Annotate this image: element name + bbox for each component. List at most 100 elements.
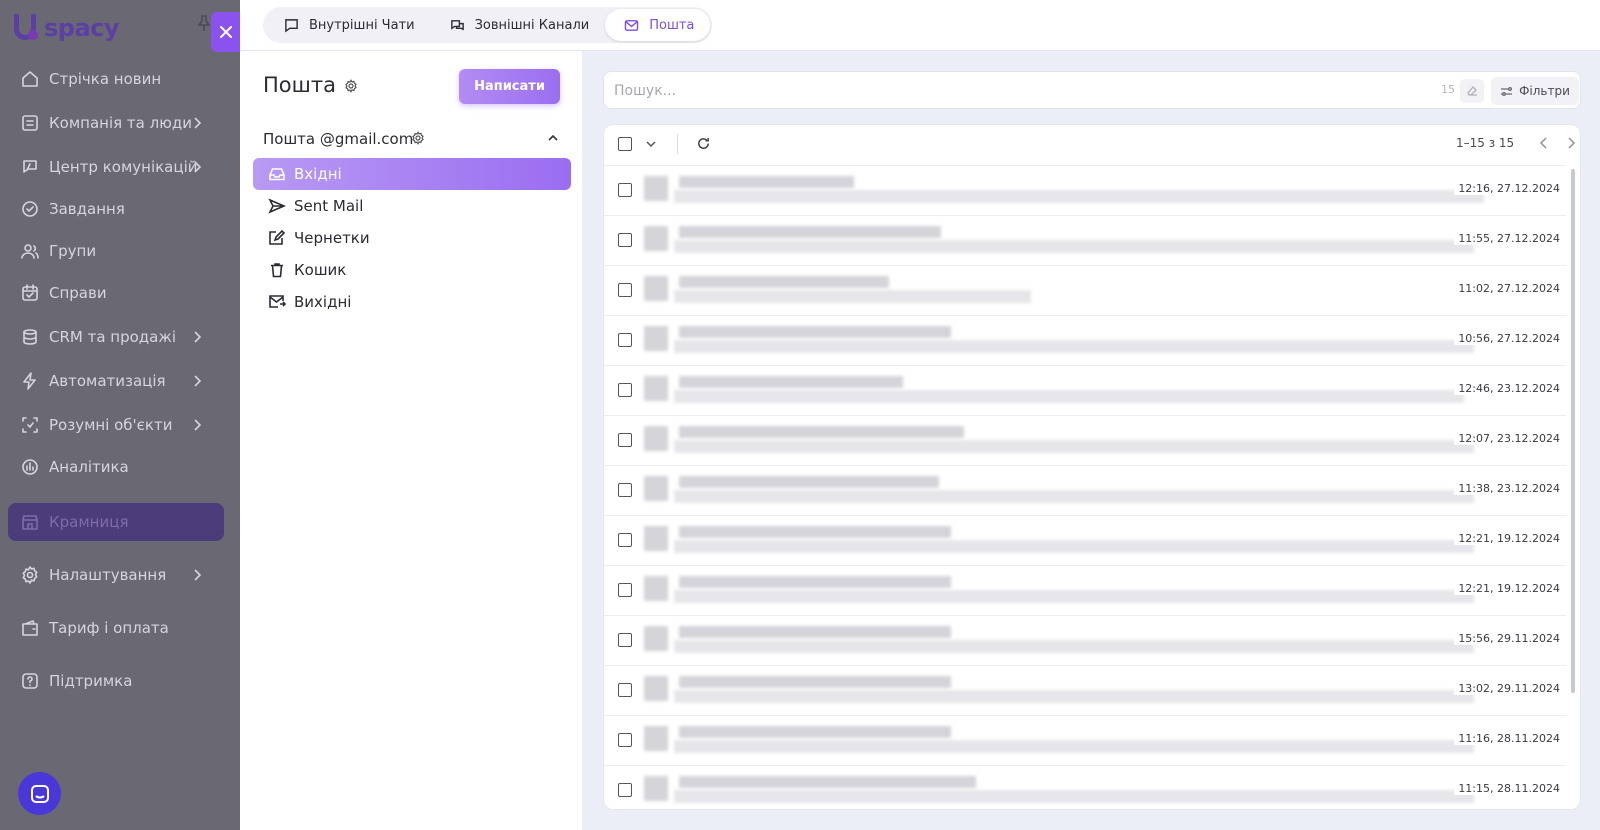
- sidebar-item-3[interactable]: Центр комунікацій: [8, 148, 224, 186]
- sidebar-item-label: Підтримка: [49, 672, 133, 690]
- chevron-right-icon: [194, 569, 202, 581]
- sidebar-item-11[interactable]: Крамниця: [8, 503, 224, 541]
- logo[interactable]: spacy: [14, 10, 120, 46]
- folder-label: Sent Mail: [294, 197, 364, 215]
- row-checkbox[interactable]: [618, 333, 632, 347]
- row-checkbox[interactable]: [618, 783, 632, 797]
- sidebar-item-10[interactable]: Аналітика: [8, 448, 224, 486]
- analytics-icon: [20, 457, 40, 477]
- eraser-icon: [1467, 86, 1477, 96]
- chevron-right-icon: [194, 419, 202, 431]
- outbox-icon: [269, 295, 286, 308]
- row-checkbox[interactable]: [618, 433, 632, 447]
- refresh-icon[interactable]: [696, 136, 711, 151]
- support-chat-button[interactable]: [18, 772, 61, 815]
- channel-tabs: Внутрішні Чати Зовнішні Канали Пошта: [263, 7, 713, 43]
- chevron-down-icon[interactable]: [645, 138, 657, 150]
- mail-row[interactable]: 11:15, 28.11.2024: [604, 765, 1566, 809]
- mail-row[interactable]: 11:55, 27.12.2024: [604, 215, 1566, 265]
- filters-button[interactable]: Фільтри: [1491, 77, 1579, 105]
- preview-redacted: [674, 790, 1474, 803]
- row-checkbox[interactable]: [618, 233, 632, 247]
- row-checkbox[interactable]: [618, 583, 632, 597]
- row-checkbox[interactable]: [618, 283, 632, 297]
- sidebar-item-9[interactable]: Розумні об'єкти: [8, 406, 224, 444]
- sidebar-item-8[interactable]: Автоматизація: [8, 362, 224, 400]
- tab-external-channels[interactable]: Зовнішні Канали: [431, 9, 606, 41]
- pin-icon[interactable]: [196, 14, 212, 32]
- folder-label: Кошик: [294, 261, 347, 279]
- chat-icon: [285, 18, 298, 33]
- sidebar-item-7[interactable]: CRM та продажі: [8, 318, 224, 356]
- clear-search-button[interactable]: [1460, 79, 1484, 103]
- sidebar-item-1[interactable]: Стрічка новин: [8, 60, 224, 98]
- row-checkbox[interactable]: [618, 733, 632, 747]
- sidebar-item-5[interactable]: Групи: [8, 232, 224, 270]
- mail-row[interactable]: 12:16, 27.12.2024: [604, 165, 1566, 215]
- sidebar-item-6[interactable]: Справи: [8, 274, 224, 312]
- account-label[interactable]: Пошта @gmail.com: [263, 130, 413, 148]
- sender-redacted: [679, 576, 951, 588]
- sender-avatar-redacted: [644, 226, 668, 251]
- folder-trash[interactable]: Кошик: [253, 254, 571, 286]
- mail-settings-gear-icon[interactable]: [344, 79, 358, 93]
- sidebar-item-label: Налаштування: [49, 566, 167, 584]
- chevron-left-icon[interactable]: [1537, 136, 1551, 150]
- tab-mail[interactable]: Пошта: [605, 9, 711, 41]
- account-settings-gear-icon[interactable]: [411, 131, 425, 145]
- preview-redacted: [674, 440, 1474, 453]
- mail-timestamp: 12:07, 23.12.2024: [1454, 432, 1560, 445]
- row-checkbox[interactable]: [618, 383, 632, 397]
- mail-timestamp: 11:02, 27.12.2024: [1454, 282, 1560, 295]
- sender-redacted: [679, 476, 939, 488]
- mail-row[interactable]: 11:02, 27.12.2024: [604, 265, 1566, 315]
- mail-row[interactable]: 10:56, 27.12.2024: [604, 315, 1566, 365]
- mail-row[interactable]: 12:07, 23.12.2024: [604, 415, 1566, 465]
- mail-row[interactable]: 12:46, 23.12.2024: [604, 365, 1566, 415]
- sender-avatar-redacted: [644, 376, 668, 401]
- row-checkbox[interactable]: [618, 633, 632, 647]
- search-bar: 15 Фільтри: [603, 71, 1581, 109]
- sidebar-item-label: Центр комунікацій: [49, 158, 198, 176]
- mail-row[interactable]: 12:21, 19.12.2024: [604, 565, 1566, 615]
- mail-timestamp: 15:56, 29.11.2024: [1454, 632, 1560, 645]
- folder-label: Вхідні: [294, 165, 342, 183]
- sidebar-item-13[interactable]: Тариф і оплата: [8, 609, 224, 647]
- compose-button[interactable]: Написати: [459, 69, 560, 104]
- send-icon: [268, 198, 286, 214]
- row-checkbox[interactable]: [618, 533, 632, 547]
- row-checkbox[interactable]: [618, 683, 632, 697]
- mail-row[interactable]: 12:21, 19.12.2024: [604, 515, 1566, 565]
- sidebar-item-4[interactable]: Завдання: [8, 190, 224, 228]
- top-bar: Внутрішні Чати Зовнішні Канали Пошта: [240, 0, 1600, 51]
- chat-widget-icon: [30, 784, 49, 803]
- sidebar-item-14[interactable]: Підтримка: [8, 662, 224, 700]
- search-input[interactable]: [614, 80, 1394, 102]
- mail-row[interactable]: 13:02, 29.11.2024: [604, 665, 1566, 715]
- sender-avatar-redacted: [644, 476, 668, 501]
- folder-inbox[interactable]: Вхідні: [253, 158, 571, 190]
- folder-sent[interactable]: Sent Mail: [253, 190, 571, 222]
- select-all-checkbox[interactable]: [618, 137, 632, 151]
- tab-internal-chats[interactable]: Внутрішні Чати: [265, 9, 431, 41]
- mail-row[interactable]: 11:38, 23.12.2024: [604, 465, 1566, 515]
- folder-drafts[interactable]: Чернетки: [253, 222, 571, 254]
- mail-row[interactable]: 11:16, 28.11.2024: [604, 715, 1566, 765]
- close-button[interactable]: [211, 12, 240, 52]
- sidebar-item-12[interactable]: Налаштування: [8, 556, 224, 594]
- chevron-up-icon[interactable]: [546, 131, 560, 145]
- trash-icon: [271, 263, 283, 278]
- mail-row[interactable]: 15:56, 29.11.2024: [604, 615, 1566, 665]
- sidebar-item-2[interactable]: Компанія та люди: [8, 104, 224, 142]
- preview-redacted: [674, 190, 1484, 203]
- folder-outbox[interactable]: Вихідні: [253, 286, 571, 318]
- mail-icon: [624, 19, 639, 31]
- inbox-icon: [269, 168, 285, 181]
- mail-timestamp: 12:21, 19.12.2024: [1454, 582, 1560, 595]
- pager-range: 1–15 з 15: [1456, 136, 1515, 150]
- mail-timestamp: 13:02, 29.11.2024: [1454, 682, 1560, 695]
- row-checkbox[interactable]: [618, 483, 632, 497]
- chevron-right-icon[interactable]: [1564, 136, 1578, 150]
- row-checkbox[interactable]: [618, 183, 632, 197]
- scrollbar[interactable]: [1571, 169, 1575, 693]
